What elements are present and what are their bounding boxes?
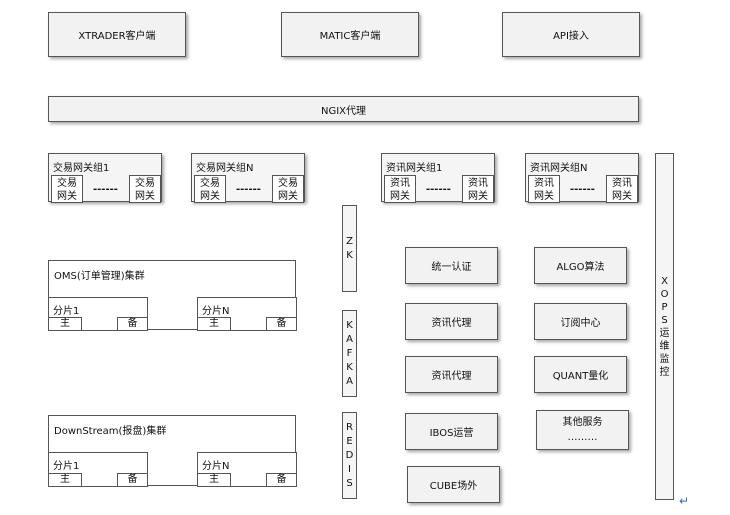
service-label: 订阅中心 (560, 318, 601, 329)
oms-cluster: OMS(订单管理)集群 分片1 主 备 分片N 主 备 (48, 260, 297, 331)
gateway-node: 资讯 网关 (528, 175, 560, 203)
shard-backup: 备 (266, 473, 297, 487)
downstream-cluster: DownStream(报盘)集群 分片1 主 备 分片N 主 备 (48, 415, 297, 487)
vertical-char: S (346, 477, 353, 489)
shard-backup: 备 (117, 317, 148, 331)
vertical-char: K (346, 361, 353, 373)
shard-title: 分片N (202, 306, 230, 317)
gateway-node: 交易 网关 (51, 175, 83, 203)
service-quant: QUANT量化 (534, 356, 627, 393)
service-label: IBOS运营 (429, 428, 474, 439)
xops-monitor: X O P S 运 维 监 控 (655, 153, 674, 500)
shard-title: 分片N (202, 461, 230, 472)
shard: 分片N 主 备 (197, 297, 297, 331)
gateway-group: 资讯网关组N 资讯 网关 ------ 资讯 网关 (525, 153, 639, 203)
return-icon: ↵ (679, 494, 690, 508)
middleware-zk: Z K (342, 205, 357, 292)
gateway-ellipsis: ------ (236, 184, 261, 195)
client-matic: MATIC客户端 (281, 12, 419, 57)
shard-primary: 主 (197, 317, 231, 331)
gateway-ellipsis: ------ (426, 184, 451, 195)
gateway-node: 交易 网关 (129, 175, 161, 203)
vertical-char: K (346, 319, 353, 331)
proxy-label: NGIX代理 (320, 105, 367, 117)
vertical-char: K (346, 249, 353, 261)
vertical-char: 运 (659, 327, 670, 339)
client-label: XTRADER客户端 (78, 31, 156, 42)
vertical-char: S (661, 314, 668, 326)
gateway-node: 资讯 网关 (384, 175, 416, 203)
ngix-proxy: NGIX代理 (48, 96, 639, 122)
service-label: QUANT量化 (552, 371, 609, 382)
gateway-group-title: 交易网关组N (196, 163, 254, 174)
shard-title: 分片1 (53, 306, 80, 317)
middleware-redis: R E D I S (342, 412, 357, 499)
vertical-char: Z (346, 235, 353, 247)
vertical-char: I (348, 463, 351, 475)
vertical-char: A (346, 333, 353, 345)
gateway-ellipsis: ------ (93, 184, 118, 195)
vertical-char: O (660, 288, 669, 300)
gateway-node: 资讯 网关 (606, 175, 638, 203)
vertical-char: E (346, 435, 353, 447)
service-info-proxy: 资讯代理 (405, 356, 498, 393)
service-algo: ALGO算法 (534, 247, 627, 284)
client-api: API接入 (502, 12, 640, 57)
service-auth: 统一认证 (405, 247, 498, 284)
shard-backup: 备 (117, 473, 148, 487)
vertical-char: D (345, 449, 354, 461)
vertical-char: X (661, 275, 668, 287)
service-other: 其他服务 ……… (536, 410, 629, 450)
vertical-char: 监 (659, 353, 670, 365)
client-xtrader: XTRADER客户端 (48, 12, 186, 57)
service-cube: CUBE场外 (407, 466, 500, 503)
service-ibos: IBOS运营 (405, 413, 498, 450)
shard-primary: 主 (197, 473, 231, 487)
shard-primary: 主 (48, 473, 82, 487)
vertical-char: 维 (659, 340, 670, 352)
gateway-group-title: 资讯网关组1 (386, 163, 443, 174)
service-label: CUBE场外 (429, 481, 478, 492)
shard: 分片N 主 备 (197, 452, 297, 487)
vertical-char: R (346, 421, 353, 433)
gateway-node: 交易 网关 (272, 175, 304, 203)
vertical-char: P (661, 301, 668, 313)
cluster-title: OMS(订单管理)集群 (54, 271, 145, 282)
cluster-title: DownStream(报盘)集群 (54, 426, 167, 437)
gateway-node: 资讯 网关 (462, 175, 494, 203)
gateway-ellipsis: ------ (570, 184, 595, 195)
service-label: 资讯代理 (431, 371, 472, 382)
vertical-char: F (346, 347, 353, 359)
client-label: API接入 (553, 31, 589, 42)
vertical-char: 控 (659, 366, 670, 378)
shard: 分片1 主 备 (48, 297, 148, 331)
client-label: MATIC客户端 (319, 31, 381, 42)
shard-primary: 主 (48, 317, 82, 331)
gateway-group: 交易网关组N 交易 网关 ------ 交易 网关 (191, 153, 305, 203)
shard: 分片1 主 备 (48, 452, 148, 487)
gateway-group: 交易网关组1 交易 网关 ------ 交易 网关 (48, 153, 162, 203)
shard-backup: 备 (266, 317, 297, 331)
gateway-group-title: 资讯网关组N (530, 163, 588, 174)
vertical-char: A (346, 375, 353, 387)
service-label: 统一认证 (431, 262, 472, 273)
shard-title: 分片1 (53, 461, 80, 472)
service-info-proxy: 资讯代理 (405, 303, 498, 340)
gateway-group-title: 交易网关组1 (53, 163, 110, 174)
service-ellipsis: ……… (567, 432, 598, 443)
service-subscription: 订阅中心 (534, 303, 627, 340)
gateway-group: 资讯网关组1 资讯 网关 ------ 资讯 网关 (381, 153, 495, 203)
service-label: 其他服务 (562, 417, 603, 428)
service-label: 资讯代理 (431, 318, 472, 329)
middleware-kafka: K A F K A (342, 310, 357, 397)
gateway-node: 交易 网关 (194, 175, 226, 203)
service-label: ALGO算法 (556, 262, 605, 273)
